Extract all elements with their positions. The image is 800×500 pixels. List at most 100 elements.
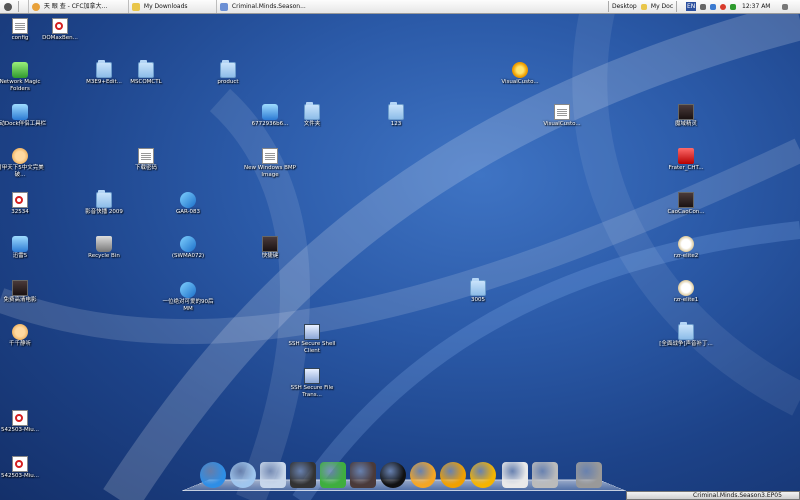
- desktop-icon-label: 快捷键: [261, 253, 279, 259]
- desktop-icon[interactable]: 魔域精灵: [658, 104, 714, 128]
- bluex-icon: [180, 192, 196, 208]
- desktop-icon[interactable]: 3005: [450, 278, 506, 304]
- desktop-icon[interactable]: 一位绝对可爱的90后MM: [160, 282, 216, 312]
- desktop-icon-label: Recycle Bin: [88, 253, 120, 259]
- apple-menu-icon[interactable]: [4, 0, 14, 13]
- desktop-icon-label: VisualCusto...: [501, 79, 539, 85]
- clapperboard-icon[interactable]: [290, 462, 316, 488]
- media-player-icon[interactable]: [410, 462, 436, 488]
- qq-tray-icon[interactable]: [720, 0, 728, 13]
- mydoc-toolbar-button[interactable]: My Doc: [641, 0, 673, 13]
- desktop-icon[interactable]: MSCOMCTL: [118, 60, 174, 86]
- bluex-icon: [180, 282, 196, 298]
- folder-icon: [96, 190, 112, 208]
- desktop-icon-label: Frater_CHT...: [668, 165, 704, 171]
- desktop-icon[interactable]: 32534: [0, 192, 48, 216]
- desktop-icon[interactable]: GAR-083: [160, 192, 216, 216]
- desktop-icon[interactable]: 迅雷5: [0, 236, 48, 260]
- desktop-icon[interactable]: New Windows BMP Image: [242, 148, 298, 178]
- shell-icon: [304, 324, 320, 340]
- messenger-people-icon[interactable]: [320, 462, 346, 488]
- face-icon: [12, 324, 28, 340]
- desktop-icon-label: 文件夹: [303, 121, 321, 127]
- desktop-icon-label: 影音快播 2009: [85, 209, 123, 215]
- taskbar-item-label: My Downloads: [143, 3, 188, 10]
- blueapp-icon: [12, 104, 28, 120]
- antivirus-tray-icon[interactable]: [730, 0, 738, 13]
- internet-explorer-icon[interactable]: [200, 462, 226, 488]
- video-file-icon: [220, 2, 228, 11]
- bluex-icon: [180, 236, 196, 252]
- desktop-icon[interactable]: VisualCusto...: [492, 62, 548, 86]
- volume-icon[interactable]: [700, 0, 708, 13]
- desktop-icon-label: GAR-083: [175, 209, 201, 215]
- minimized-window-strip[interactable]: Criminal.Minds.Season3.EP05: [626, 491, 800, 500]
- folder-icon: [304, 102, 320, 120]
- desktop-icon[interactable]: DOMaxBen...: [32, 18, 88, 42]
- system-preferences-icon[interactable]: [532, 462, 558, 488]
- desktop-icon[interactable]: 千千静听: [0, 324, 48, 348]
- desktop-icon-label: VisualCusto...: [543, 121, 581, 127]
- desktop-icon-label: 32534: [11, 209, 29, 215]
- desktop-icon-label: SSH Secure File Trans...: [290, 385, 334, 398]
- desktop-icon-label: 542503-Miu...: [1, 427, 39, 433]
- desktop-icon[interactable]: CaoCaoCon...: [658, 192, 714, 216]
- mydoc-toolbar-label: My Doc: [650, 3, 674, 10]
- desktop-icon[interactable]: 542503-Miu...: [0, 456, 48, 480]
- desktop-icon-label: 冒甲天下5中文完美破...: [0, 165, 44, 178]
- desktop-icon[interactable]: product: [200, 60, 256, 86]
- taskbar-item-video[interactable]: Criminal.Minds.Season...: [216, 0, 306, 13]
- desktop-icon[interactable]: SSH Secure File Trans...: [284, 368, 340, 398]
- bird-app-icon[interactable]: [260, 462, 286, 488]
- desktop-toolbar-button[interactable]: Desktop: [612, 0, 637, 13]
- desktop-icon[interactable]: 启动Dock伴侣工具栏: [0, 104, 48, 128]
- desktop-icon-label: Network Magic Folders: [0, 79, 41, 92]
- pdf-icon: [52, 18, 68, 34]
- desktop-icon[interactable]: rzr-elite1: [658, 280, 714, 304]
- desktop-icon[interactable]: 影音快播 2009: [76, 190, 132, 216]
- desktop-icon-label: rzr-elite1: [673, 297, 699, 303]
- desktop-icon[interactable]: Frater_CHT...: [658, 148, 714, 172]
- dark-icon: [678, 104, 694, 120]
- desktop-icon[interactable]: [全面战争]声音补丁...: [658, 322, 714, 348]
- desktop-icon[interactable]: 文件夹: [284, 102, 340, 128]
- taskbar-item-downloads[interactable]: My Downloads: [128, 0, 216, 13]
- desktop-icon[interactable]: Recycle Bin: [76, 236, 132, 260]
- desktop-icon-label: 542503-Miu...: [1, 473, 39, 479]
- desktop-icon[interactable]: 快捷键: [242, 236, 298, 260]
- desktop-icon[interactable]: SSH Secure Shell Client: [284, 324, 340, 354]
- taskbar-item-label: 天 眼 查 - CFC加拿大...: [43, 3, 108, 10]
- bin-icon: [96, 236, 112, 252]
- desktop-icon[interactable]: 542503-Miu...: [0, 410, 48, 434]
- folder-icon: [220, 60, 236, 78]
- desktop-icon[interactable]: 下载密码: [118, 148, 174, 172]
- desktop-icon-label: product: [217, 79, 239, 85]
- gear-icon[interactable]: [440, 462, 466, 488]
- trash-icon[interactable]: [576, 462, 602, 488]
- safari-compass-icon[interactable]: [230, 462, 256, 488]
- desktop-icon-label: [全面战争]声音补丁...: [659, 341, 713, 347]
- folder-icon: [132, 2, 140, 11]
- clock[interactable]: 12:37 AM: [742, 0, 770, 13]
- desktop-icon-label: SSH Secure Shell Client: [288, 341, 336, 354]
- notification-icon[interactable]: [782, 0, 790, 13]
- pdf-icon: [12, 410, 28, 426]
- qq-penguin-icon[interactable]: [380, 462, 406, 488]
- face-icon: [12, 148, 28, 164]
- desktop-icon[interactable]: 免费高清电影: [0, 280, 48, 304]
- taskbar-item-browser[interactable]: 天 眼 查 - CFC加拿大...: [28, 0, 128, 13]
- network-icon[interactable]: [710, 0, 718, 13]
- desktop-icon[interactable]: (SWMA072): [160, 236, 216, 260]
- maxthon-m-icon[interactable]: [470, 462, 496, 488]
- pdf-icon: [12, 192, 28, 208]
- word-document-icon[interactable]: [502, 462, 528, 488]
- desktop-icon[interactable]: 冒甲天下5中文完美破...: [0, 148, 48, 178]
- game-warrior-icon[interactable]: [350, 462, 376, 488]
- window-strip-title: Criminal.Minds.Season3.EP05: [693, 492, 782, 499]
- language-indicator[interactable]: EN: [686, 2, 697, 11]
- desktop-icon[interactable]: 123: [368, 102, 424, 128]
- desktop-icon[interactable]: VisualCusto...: [534, 104, 590, 128]
- desktop-icon[interactable]: Network Magic Folders: [0, 62, 48, 92]
- desktop-icon-label: New Windows BMP Image: [244, 165, 296, 178]
- desktop-icon[interactable]: rzr-elite2: [658, 236, 714, 260]
